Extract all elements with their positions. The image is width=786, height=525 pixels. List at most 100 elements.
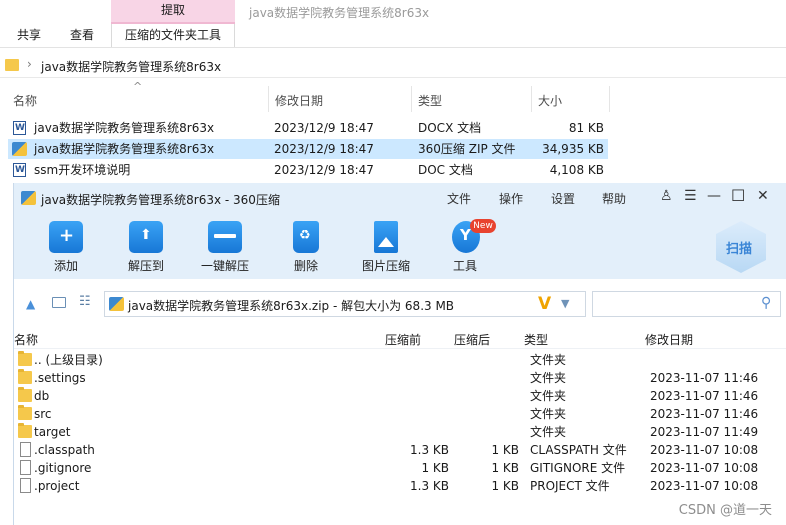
thumbnail-view-icon[interactable] (52, 297, 66, 308)
close-icon[interactable]: ✕ (757, 188, 769, 204)
recycle-bin-icon: ♻ (293, 221, 319, 253)
vip-v-icon[interactable]: V (538, 294, 551, 314)
delete-label: 删除 (293, 259, 318, 273)
add-button[interactable]: + 添加 (31, 221, 101, 279)
zip-entry-before: 1.3 KB (410, 443, 449, 457)
column-date[interactable]: 修改日期 (275, 92, 323, 109)
tab-view[interactable]: 查看 (70, 27, 94, 44)
zip-row[interactable]: src 文件夹 2023-11-07 11:46 (14, 405, 786, 423)
column-divider[interactable] (609, 86, 610, 112)
zip-list-header: 名称 压缩前 压缩后 类型 修改日期 (14, 327, 786, 349)
feedback-icon[interactable]: ☰ (684, 188, 697, 204)
window-title: java数据学院教务管理系统8r63x (249, 6, 430, 20)
file-type: 360压缩 ZIP 文件 (418, 142, 516, 156)
chevron-down-icon[interactable]: ▼ (561, 297, 569, 310)
file-type: DOC 文档 (418, 163, 473, 177)
zip-entry-name: src (34, 407, 52, 421)
zcol-name[interactable]: 名称 (14, 331, 38, 348)
column-size[interactable]: 大小 (538, 92, 562, 109)
zip-title-bar[interactable]: java数据学院教务管理系统8r63x - 360压缩 文件 操作 设置 帮助 … (14, 183, 786, 213)
zip-entry-type: 文件夹 (530, 353, 567, 367)
zcol-type[interactable]: 类型 (524, 331, 548, 348)
file-row[interactable]: java数据学院教务管理系统8r63x 2023/12/9 18:47 DOCX… (8, 118, 608, 138)
tab-extract[interactable]: 提取 (111, 0, 235, 22)
column-type[interactable]: 类型 (418, 92, 442, 109)
zip-app-icon (21, 191, 36, 205)
ribbon-divider (0, 47, 786, 48)
column-divider[interactable] (531, 86, 532, 112)
maximize-icon[interactable]: ☐ (731, 186, 745, 205)
file-size: 81 KB (568, 121, 604, 135)
scan-button[interactable]: 扫描 (716, 221, 766, 273)
zip-entry-date: 2023-11-07 10:08 (650, 461, 759, 475)
zip-row[interactable]: .gitignore 1 KB 1 KB GITIGNORE 文件 2023-1… (14, 459, 786, 477)
tools-button[interactable]: Y 工具 New (430, 219, 500, 279)
folder-icon (18, 387, 32, 402)
zip-entry-type: GITIGNORE 文件 (530, 461, 626, 475)
zip-entry-type: 文件夹 (530, 425, 567, 439)
breadcrumb-separator-icon: › (27, 57, 32, 71)
zip-entry-date: 2023-11-07 10:08 (650, 479, 759, 493)
list-view-icon[interactable]: ☷ (79, 294, 91, 309)
folder-icon (18, 405, 32, 420)
zip-entry-type: PROJECT 文件 (530, 479, 610, 493)
zip-row[interactable]: target 文件夹 2023-11-07 11:49 (14, 423, 786, 441)
zip-entry-before: 1.3 KB (410, 479, 449, 493)
file-date: 2023/12/9 18:47 (274, 163, 374, 177)
file-icon (20, 460, 31, 475)
folder-icon (5, 59, 19, 71)
column-divider[interactable] (411, 86, 412, 112)
search-input[interactable]: ⚲ (592, 291, 781, 317)
delete-button[interactable]: ♻ 删除 (271, 221, 341, 279)
zip-entry-type: 文件夹 (530, 389, 567, 403)
file-name: java数据学院教务管理系统8r63x (34, 121, 215, 135)
zip-row[interactable]: db 文件夹 2023-11-07 11:46 (14, 387, 786, 405)
zip-entry-type: CLASSPATH 文件 (530, 443, 627, 457)
tab-compressed-folder-tools[interactable]: 压缩的文件夹工具 (111, 24, 235, 48)
zip-entry-date: 2023-11-07 11:46 (650, 407, 759, 421)
menu-settings[interactable]: 设置 (551, 190, 575, 207)
tab-share[interactable]: 共享 (17, 27, 41, 44)
image-compress-icon (374, 221, 398, 253)
zip-path-field[interactable]: java数据学院教务管理系统8r63x.zip - 解包大小为 68.3 MB … (104, 291, 586, 317)
zip-entry-name: .classpath (34, 443, 95, 457)
menu-file[interactable]: 文件 (447, 190, 471, 207)
file-size: 4,108 KB (549, 163, 604, 177)
file-row[interactable]: ssm开发环境说明 2023/12/9 18:47 DOC 文档 4,108 K… (8, 160, 608, 180)
zip-entry-name: .settings (34, 371, 86, 385)
zip-entry-type: 文件夹 (530, 371, 567, 385)
column-name[interactable]: 名称 (13, 92, 37, 109)
minimize-icon[interactable]: — (707, 188, 721, 204)
zip-toolbar: + 添加 ⬆ 解压到 一键解压 ♻ 删除 图片压缩 Y 工具 New 扫描 (14, 213, 786, 279)
zip-path-text: java数据学院教务管理系统8r63x.zip - 解包大小为 68.3 MB (128, 299, 455, 313)
zip-window: java数据学院教务管理系统8r63x - 360压缩 文件 操作 设置 帮助 … (13, 183, 786, 525)
zip-entry-after: 1 KB (491, 461, 519, 475)
image-compress-button[interactable]: 图片压缩 (351, 221, 421, 279)
up-level-icon[interactable]: ▲ (26, 297, 35, 311)
extract-to-icon: ⬆ (129, 221, 163, 253)
zcol-date[interactable]: 修改日期 (645, 331, 693, 348)
zip-row[interactable]: .. (上级目录) 文件夹 (14, 351, 786, 369)
breadcrumb-path[interactable]: java数据学院教务管理系统8r63x (41, 58, 221, 75)
zip-entry-name: .. (上级目录) (34, 353, 103, 367)
csdn-watermark: CSDN @道一天 (678, 503, 772, 518)
zip-row[interactable]: .project 1.3 KB 1 KB PROJECT 文件 2023-11-… (14, 477, 786, 495)
zip-row[interactable]: .classpath 1.3 KB 1 KB CLASSPATH 文件 2023… (14, 441, 786, 459)
file-name: java数据学院教务管理系统8r63x (34, 142, 215, 156)
file-row-selected[interactable]: java数据学院教务管理系统8r63x 2023/12/9 18:47 360压… (8, 139, 608, 159)
column-divider[interactable] (268, 86, 269, 112)
sort-up-icon: ^ (133, 80, 143, 93)
file-icon (20, 442, 31, 457)
address-bar[interactable]: › java数据学院教务管理系统8r63x (0, 54, 786, 78)
menu-operation[interactable]: 操作 (499, 190, 523, 207)
one-click-extract-button[interactable]: 一键解压 (190, 221, 260, 279)
zcol-before[interactable]: 压缩前 (385, 331, 421, 348)
extract-to-button[interactable]: ⬆ 解压到 (111, 221, 181, 279)
folder-icon (18, 423, 32, 438)
tools-label: 工具 (452, 259, 477, 273)
menu-help[interactable]: 帮助 (602, 190, 626, 207)
search-icon[interactable]: ⚲ (761, 295, 771, 311)
zip-row[interactable]: .settings 文件夹 2023-11-07 11:46 (14, 369, 786, 387)
zcol-after[interactable]: 压缩后 (454, 331, 490, 348)
skin-icon[interactable]: ♙ (660, 188, 673, 204)
